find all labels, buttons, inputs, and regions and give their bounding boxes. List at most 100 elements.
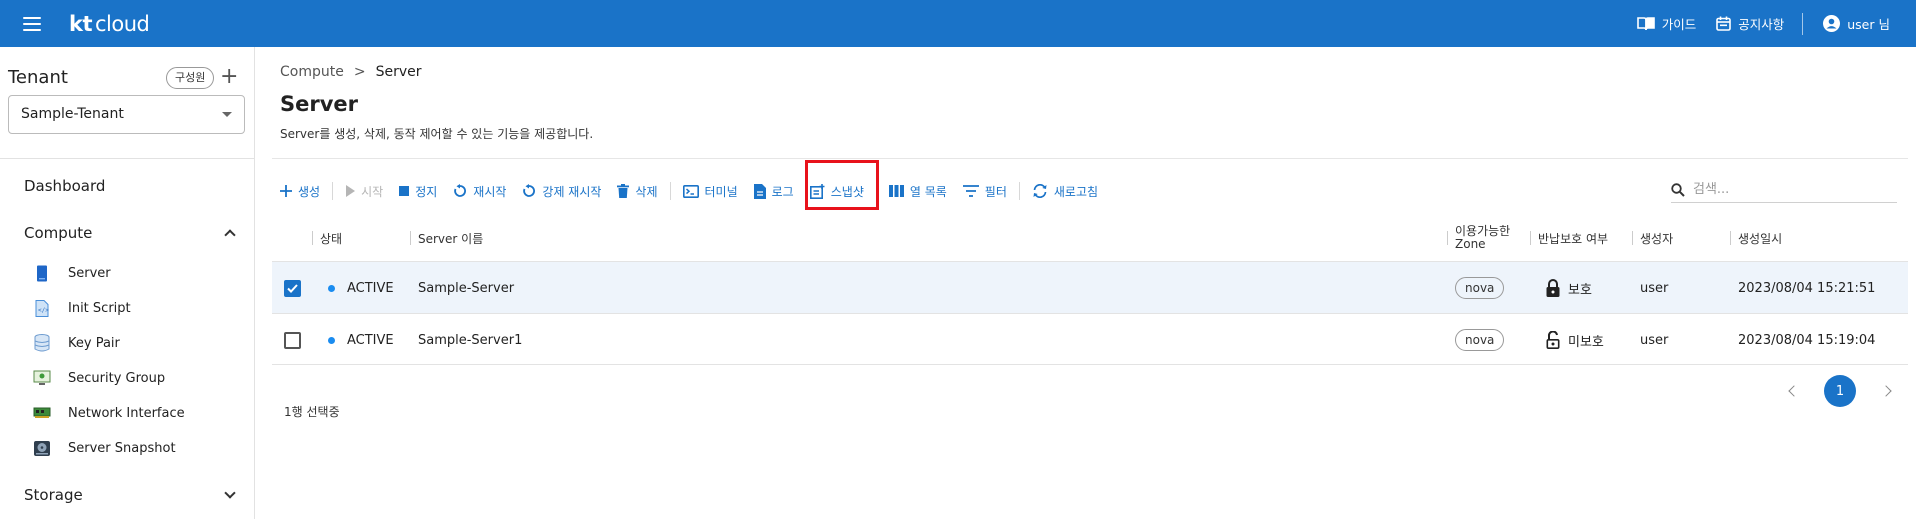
logo-cloud: cloud (95, 11, 150, 36)
columns-icon (888, 185, 904, 197)
sidebar-group-compute[interactable]: Compute (24, 224, 236, 242)
col-name[interactable]: Server 이름 (410, 215, 483, 261)
sidebar-item-security-group[interactable]: Security Group (32, 369, 165, 387)
status-dot-icon (328, 284, 335, 292)
stop-button[interactable]: 정지 (391, 175, 445, 207)
storage-label: Storage (24, 486, 83, 504)
filter-button[interactable]: 필터 (955, 175, 1015, 207)
table-row[interactable]: ACTIVE Sample-Server1 nova 미보호 user 2023… (272, 313, 1908, 365)
pagination: 1 (1788, 375, 1892, 407)
member-button[interactable]: 구성원 (166, 67, 215, 89)
protect-text: 미보호 (1568, 334, 1604, 350)
creator-text: user (1640, 280, 1669, 296)
created-text: 2023/08/04 15:21:51 (1738, 280, 1876, 296)
row-checkbox[interactable] (284, 279, 301, 297)
lock-closed-icon (1546, 279, 1560, 297)
col-protect[interactable]: 반납보호 여부 (1530, 215, 1608, 261)
toolbar-divider (1018, 182, 1020, 200)
force-restart-button[interactable]: 강제 재시작 (514, 175, 609, 207)
user-menu[interactable]: user 님 (1823, 14, 1890, 33)
sidebar-item-server[interactable]: Server (32, 264, 111, 282)
zone-chip: nova (1455, 277, 1505, 299)
protect-text: 보호 (1568, 282, 1592, 298)
sidebar-item-dashboard[interactable]: Dashboard (24, 177, 105, 195)
server-name[interactable]: Sample-Server (418, 281, 514, 296)
table-row[interactable]: ACTIVE Sample-Server nova 보호 user 2023/0… (272, 261, 1908, 313)
col-created[interactable]: 생성일시 (1730, 215, 1782, 261)
guide-link[interactable]: 가이드 (1636, 14, 1696, 33)
columns-label: 열 목록 (909, 184, 947, 199)
breadcrumb: Compute > Server (280, 64, 422, 80)
chevron-up-icon (224, 229, 236, 241)
header-divider (1802, 12, 1804, 35)
sidebar-item-label: Server (68, 265, 111, 281)
status-text: ACTIVE (347, 332, 394, 348)
logo[interactable]: kt cloud (69, 11, 150, 36)
sidebar-item-label: Init Script (68, 300, 131, 316)
page-button-current[interactable]: 1 (1824, 375, 1856, 407)
refresh-button[interactable]: 새로고침 (1024, 175, 1106, 207)
tenant-select[interactable]: Sample-Tenant (8, 95, 245, 134)
sidebar-item-server-snapshot[interactable]: Server Snapshot (32, 439, 176, 457)
col-creator-label: 생성자 (1640, 231, 1674, 246)
start-button[interactable]: 시작 (337, 175, 391, 207)
tenant-select-value: Sample-Tenant (21, 106, 124, 122)
server-name[interactable]: Sample-Server1 (418, 333, 522, 348)
restart-button[interactable]: 재시작 (445, 175, 514, 207)
chevron-down-icon (224, 487, 236, 499)
user-label: user 님 (1847, 17, 1890, 32)
search-input[interactable] (1693, 182, 1883, 197)
sidebar-group-storage[interactable]: Storage (24, 486, 236, 504)
page-title: Server (280, 92, 359, 116)
toolbar-divider (669, 182, 671, 200)
sidebar-item-network-interface[interactable]: Network Interface (32, 404, 185, 422)
terminal-label: 터미널 (704, 184, 738, 199)
prev-page-icon[interactable] (1788, 385, 1800, 397)
refresh-icon (1033, 184, 1047, 198)
toolbar: 생성 시작 정지 재시작 강제 재시작 삭제 터미널 로그 스냅샷 열 목록 필… (272, 175, 1106, 207)
log-label: 로그 (771, 184, 794, 199)
selected-count: 1행 선택중 (284, 405, 340, 419)
force-restart-label: 강제 재시작 (542, 184, 602, 199)
create-button[interactable]: 생성 (272, 175, 328, 207)
log-button-highlight (805, 160, 879, 210)
caret-down-icon (222, 112, 232, 117)
user-avatar-icon (1823, 15, 1841, 32)
restart-icon (454, 184, 467, 197)
filter-icon (962, 185, 979, 197)
page-description: Server를 생성, 삭제, 동작 제어할 수 있는 기능을 제공합니다. (280, 127, 594, 141)
col-zone[interactable]: 이용가능한 Zone (1447, 215, 1510, 261)
status-dot-icon (328, 336, 335, 344)
menu-icon[interactable] (23, 16, 41, 31)
check-icon (287, 283, 298, 293)
breadcrumb-compute[interactable]: Compute (280, 64, 344, 80)
col-zone-line2: Zone (1455, 237, 1486, 251)
breadcrumb-server: Server (375, 64, 422, 80)
row-checkbox[interactable] (284, 331, 301, 349)
sidebar: Tenant 구성원 + Sample-Tenant Dashboard Com… (0, 47, 255, 519)
nic-icon (32, 404, 52, 422)
sidebar-item-init-script[interactable]: </> Init Script (32, 299, 131, 317)
col-status[interactable]: 상태 (312, 215, 342, 261)
col-zone-line1: 이용가능한 (1455, 224, 1511, 238)
next-page-icon[interactable] (1880, 385, 1892, 397)
filter-label: 필터 (984, 184, 1007, 199)
add-tenant-button[interactable]: + (220, 64, 238, 90)
toolbar-divider (332, 182, 334, 200)
sidebar-item-label: Server Snapshot (68, 440, 176, 456)
sidebar-item-key-pair[interactable]: Key Pair (32, 334, 120, 352)
notice-link[interactable]: 공지사항 (1716, 14, 1784, 33)
delete-button[interactable]: 삭제 (609, 175, 665, 207)
search-box (1671, 177, 1897, 203)
terminal-button[interactable]: 터미널 (675, 175, 746, 207)
col-created-label: 생성일시 (1738, 231, 1783, 246)
notice-label: 공지사항 (1738, 17, 1785, 32)
col-creator[interactable]: 생성자 (1632, 215, 1673, 261)
zone-chip: nova (1455, 329, 1505, 351)
svg-text:</>: </> (38, 307, 49, 314)
start-label: 시작 (361, 184, 384, 199)
col-protect-label: 반납보호 여부 (1538, 231, 1609, 246)
log-button[interactable]: 로그 (746, 175, 802, 207)
server-icon (32, 264, 52, 282)
columns-button[interactable]: 열 목록 (881, 175, 955, 207)
